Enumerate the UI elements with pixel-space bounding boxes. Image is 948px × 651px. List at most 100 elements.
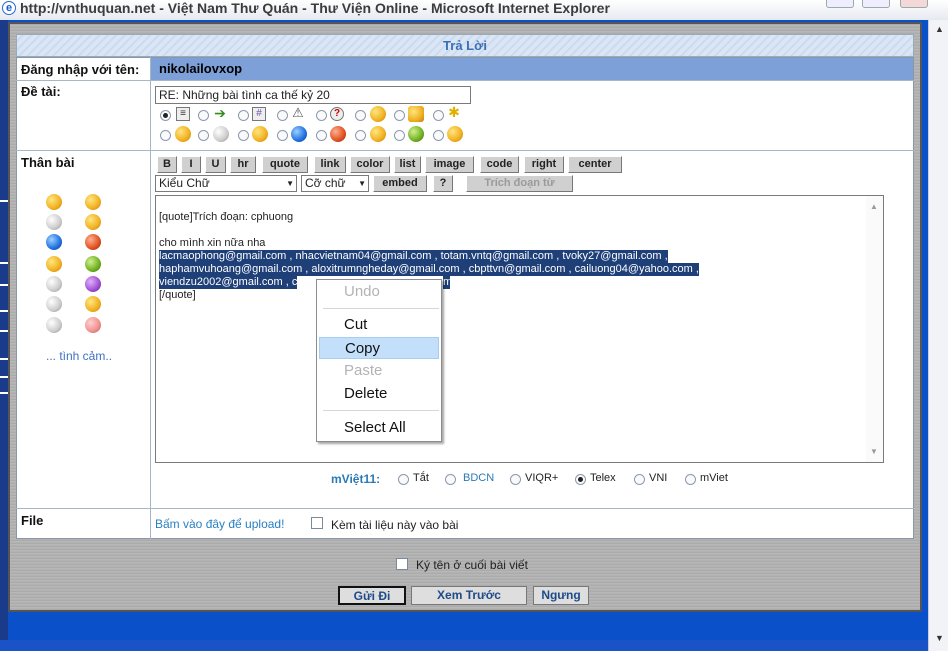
- hr-button[interactable]: hr: [230, 156, 256, 173]
- quote-button[interactable]: quote: [262, 156, 308, 173]
- kiss-emoticon[interactable]: [85, 317, 101, 333]
- right-align-button[interactable]: right: [524, 156, 564, 173]
- list-button[interactable]: list: [394, 156, 421, 173]
- input-method-bdcn-label[interactable]: BDCN: [463, 472, 494, 484]
- maximize-button[interactable]: [862, 0, 890, 8]
- minimize-button[interactable]: [826, 0, 854, 8]
- message-line-selected: viendzu2002@gmail.com , c: [159, 276, 298, 289]
- smile-emoticon[interactable]: [46, 194, 62, 210]
- input-method-bdcn-radio[interactable]: [445, 474, 456, 485]
- input-method-off-radio[interactable]: [398, 474, 409, 485]
- input-method-label: mViệt11:: [331, 472, 381, 486]
- sick-emoticon[interactable]: [85, 256, 101, 272]
- hash-icon: #: [252, 107, 266, 121]
- scroll-down-icon[interactable]: ▼: [870, 445, 878, 458]
- stop-button[interactable]: Ngưng: [533, 586, 589, 605]
- sad-emoticon[interactable]: [46, 234, 62, 250]
- shock-icon: [370, 126, 386, 142]
- wink-icon: [252, 126, 268, 142]
- body-label: Thân bài: [21, 155, 75, 170]
- menu-item-cut[interactable]: Cut: [319, 314, 439, 336]
- quote-excerpt-button[interactable]: Trích đoạn từ: [466, 175, 573, 192]
- subject-label: Đề tài:: [21, 84, 61, 99]
- post-icon-radio-5[interactable]: [316, 110, 327, 121]
- code-button[interactable]: code: [480, 156, 519, 173]
- post-icon-radio-8[interactable]: [433, 110, 444, 121]
- message-line-selected: haphamvuhoang@gmail.com , aloxitrumnghed…: [159, 263, 699, 276]
- post-icon-radio-16[interactable]: [433, 130, 444, 141]
- image-button[interactable]: image: [425, 156, 474, 173]
- scroll-up-icon[interactable]: ▲: [935, 24, 944, 34]
- blush-icon: [447, 126, 463, 142]
- thumbs-up-icon: [370, 106, 386, 122]
- post-icon-radio-2[interactable]: [198, 110, 209, 121]
- input-method-off-label: Tắt: [413, 472, 429, 484]
- help-button[interactable]: ?: [433, 175, 453, 192]
- post-icon-radio-3[interactable]: [238, 110, 249, 121]
- menu-item-copy[interactable]: Copy: [319, 337, 439, 359]
- link-button[interactable]: link: [314, 156, 346, 173]
- embed-button[interactable]: embed: [373, 175, 427, 192]
- post-icon-radio-1[interactable]: [160, 110, 171, 121]
- post-icon-radio-6[interactable]: [355, 110, 366, 121]
- subject-input[interactable]: RE: Những bài tình ca thế kỷ 20: [155, 86, 471, 104]
- input-method-telex-radio[interactable]: [575, 474, 586, 485]
- signature-checkbox[interactable]: [396, 558, 408, 570]
- submit-button[interactable]: Gửi Đi: [338, 586, 406, 605]
- cool-icon: [213, 126, 229, 142]
- menu-item-delete[interactable]: Delete: [319, 383, 439, 405]
- font-size-select[interactable]: Cỡ chữ ▼: [301, 175, 369, 192]
- post-icon-radio-13[interactable]: [316, 130, 327, 141]
- post-icon-radio-15[interactable]: [394, 130, 405, 141]
- page-scrollbar[interactable]: ▲ ▼: [928, 20, 948, 651]
- message-textarea[interactable]: [quote]Trích đoạn: cphuong cho mình xin …: [155, 195, 884, 463]
- post-icon-radio-14[interactable]: [355, 130, 366, 141]
- menu-item-undo[interactable]: Undo: [319, 281, 439, 303]
- attach-checkbox[interactable]: [311, 517, 323, 529]
- more-emoticons-link[interactable]: ... tình cảm..: [46, 349, 112, 363]
- post-icon-radio-11[interactable]: [238, 130, 249, 141]
- window-title-bar: e http://vnthuquan.net - Việt Nam Thư Qu…: [0, 0, 948, 20]
- menu-item-paste[interactable]: Paste: [319, 360, 439, 382]
- skull-emoticon[interactable]: [46, 276, 62, 292]
- angry-emoticon[interactable]: [85, 234, 101, 250]
- lightbulb-icon: ✱: [448, 104, 460, 120]
- sick-icon: [408, 126, 424, 142]
- underline-button[interactable]: U: [205, 156, 226, 173]
- cool-emoticon[interactable]: [46, 214, 62, 230]
- bold-button[interactable]: B: [157, 156, 177, 173]
- italic-button[interactable]: I: [181, 156, 201, 173]
- eyes-emoticon[interactable]: [46, 317, 62, 333]
- font-style-select[interactable]: Kiểu Chữ ▼: [155, 175, 297, 192]
- center-align-button[interactable]: center: [568, 156, 622, 173]
- message-line: cho mình xin nữa nha: [159, 237, 266, 249]
- post-icon-radio-10[interactable]: [198, 130, 209, 141]
- input-method-mviet-radio[interactable]: [685, 474, 696, 485]
- color-button[interactable]: color: [350, 156, 390, 173]
- post-icon-radio-7[interactable]: [394, 110, 405, 121]
- alien-emoticon[interactable]: [85, 276, 101, 292]
- shock-emoticon[interactable]: [46, 256, 62, 272]
- wink-emoticon[interactable]: [85, 214, 101, 230]
- post-icon-radio-12[interactable]: [277, 130, 288, 141]
- login-label: Đăng nhập với tên:: [21, 62, 140, 77]
- laugh-emoticon[interactable]: [85, 194, 101, 210]
- scroll-down-icon[interactable]: ▼: [935, 633, 944, 643]
- input-method-vni-radio[interactable]: [634, 474, 645, 485]
- post-icon-radio-4[interactable]: [277, 110, 288, 121]
- laugh-icon: [175, 126, 191, 142]
- preview-button[interactable]: Xem Trước: [411, 586, 527, 605]
- post-icon-radio-9[interactable]: [160, 130, 171, 141]
- surprised-emoticon[interactable]: [85, 296, 101, 312]
- textarea-scrollbar[interactable]: ▲ ▼: [866, 196, 883, 462]
- signature-label: Ký tên ở cuối bài viết: [416, 558, 528, 572]
- cry-emoticon[interactable]: [46, 296, 62, 312]
- angry-icon: [330, 126, 346, 142]
- upload-link[interactable]: Bấm vào đây để upload!: [155, 517, 284, 531]
- close-button[interactable]: [900, 0, 928, 8]
- context-menu: Undo Cut Copy Paste Delete Select All: [316, 279, 442, 442]
- scroll-up-icon[interactable]: ▲: [870, 200, 878, 213]
- menu-item-select-all[interactable]: Select All: [319, 417, 439, 439]
- input-method-viqr-radio[interactable]: [510, 474, 521, 485]
- document-icon: ≡: [176, 107, 190, 121]
